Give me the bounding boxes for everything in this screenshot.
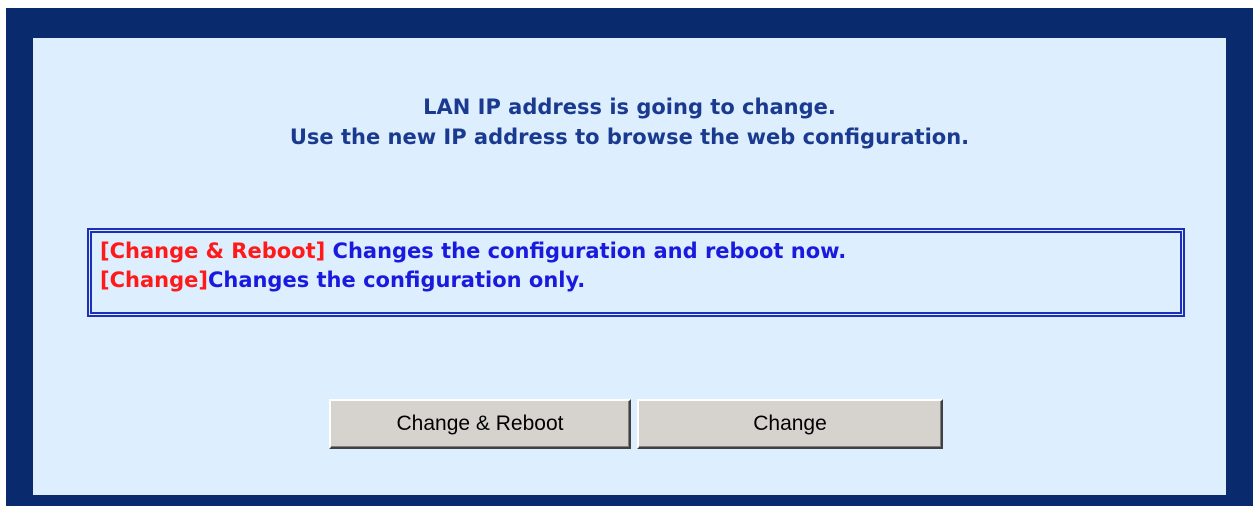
outer-frame: LAN IP address is going to change. Use t… bbox=[6, 8, 1253, 506]
options-info-box: [Change & Reboot] Changes the configurat… bbox=[87, 228, 1185, 317]
change-and-reboot-button[interactable]: Change & Reboot bbox=[329, 399, 631, 449]
info-desc-change-reboot: Changes the configuration and reboot now… bbox=[325, 239, 847, 263]
ip-change-message: LAN IP address is going to change. Use t… bbox=[33, 92, 1226, 152]
dialog-panel: LAN IP address is going to change. Use t… bbox=[33, 38, 1226, 495]
info-tag-change: [Change] bbox=[100, 268, 208, 292]
info-tag-change-reboot: [Change & Reboot] bbox=[100, 239, 326, 263]
info-line-change: [Change]Changes the configuration only. bbox=[100, 266, 1172, 295]
info-line-change-reboot: [Change & Reboot] Changes the configurat… bbox=[100, 237, 1172, 266]
message-line-2: Use the new IP address to browse the web… bbox=[289, 125, 970, 149]
info-desc-change: Changes the configuration only. bbox=[207, 268, 586, 292]
change-button[interactable]: Change bbox=[637, 399, 943, 449]
message-line-1: LAN IP address is going to change. bbox=[423, 95, 836, 119]
